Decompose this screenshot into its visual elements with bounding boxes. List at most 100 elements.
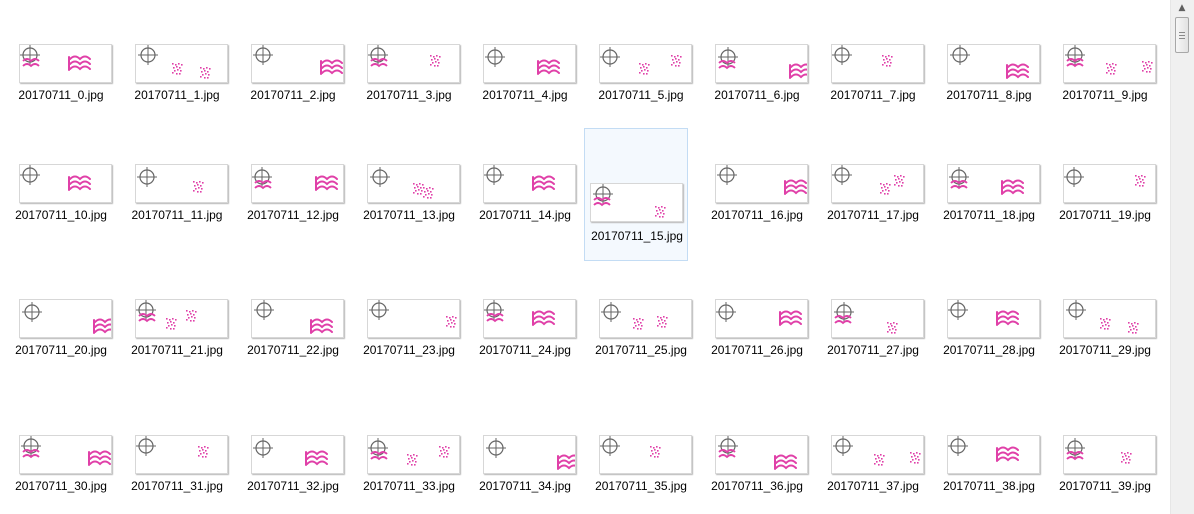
file-thumbnail[interactable]	[715, 164, 808, 203]
file-item[interactable]: 20170711_33.jpg	[356, 434, 460, 514]
file-item[interactable]: 20170711_11.jpg	[124, 163, 228, 251]
file-item[interactable]: 20170711_10.jpg	[8, 163, 112, 251]
file-item[interactable]: 20170711_17.jpg	[820, 163, 924, 251]
file-item[interactable]: 20170711_12.jpg	[240, 163, 344, 251]
file-item[interactable]: 20170711_35.jpg	[588, 434, 692, 514]
file-item[interactable]: 20170711_39.jpg	[1052, 434, 1156, 514]
file-item[interactable]: 20170711_7.jpg	[820, 43, 924, 131]
file-item[interactable]: 20170711_20.jpg	[8, 298, 112, 386]
file-thumbnail[interactable]	[715, 44, 808, 83]
captcha-glyph-large	[532, 175, 555, 191]
crosshair-icon	[253, 438, 273, 458]
file-item[interactable]: 20170711_13.jpg	[356, 163, 460, 251]
file-thumbnail[interactable]	[19, 435, 112, 474]
file-item[interactable]: 20170711_2.jpg	[240, 43, 344, 131]
file-item[interactable]: 20170711_27.jpg	[820, 298, 924, 386]
file-item[interactable]: 20170711_31.jpg	[124, 434, 228, 514]
file-thumbnail[interactable]	[135, 435, 228, 474]
crosshair-icon	[20, 165, 40, 185]
file-thumbnail[interactable]	[19, 44, 112, 83]
file-thumbnail[interactable]	[367, 299, 460, 338]
file-thumbnail[interactable]	[251, 164, 344, 203]
file-name-label: 20170711_12.jpg	[247, 208, 339, 222]
file-thumbnail[interactable]	[947, 44, 1040, 83]
file-item[interactable]: 20170711_22.jpg	[240, 298, 344, 386]
captcha-glyph-large	[315, 175, 338, 191]
file-name-label: 20170711_27.jpg	[827, 343, 919, 357]
file-thumbnail[interactable]	[19, 299, 112, 338]
file-thumbnail[interactable]	[135, 299, 228, 338]
file-name-label: 20170711_28.jpg	[943, 343, 1035, 357]
file-item[interactable]: 20170711_16.jpg	[704, 163, 808, 251]
file-thumbnail[interactable]	[1063, 435, 1156, 474]
file-item[interactable]: 20170711_32.jpg	[240, 434, 344, 514]
file-thumbnail[interactable]	[599, 299, 692, 338]
crosshair-icon	[368, 45, 388, 65]
file-thumbnail[interactable]	[947, 299, 1040, 338]
file-item[interactable]: 20170711_15.jpg	[584, 128, 688, 261]
file-thumbnail[interactable]	[715, 299, 808, 338]
file-thumbnail[interactable]	[483, 435, 576, 474]
captcha-glyph-small	[671, 55, 682, 67]
file-item[interactable]: 20170711_25.jpg	[588, 298, 692, 386]
file-name-label: 20170711_20.jpg	[15, 343, 107, 357]
file-thumbnail[interactable]	[831, 44, 924, 83]
file-item[interactable]: 20170711_18.jpg	[936, 163, 1040, 251]
file-item[interactable]: 20170711_19.jpg	[1052, 163, 1156, 251]
captcha-glyph-small	[423, 187, 434, 199]
file-thumbnail[interactable]	[831, 435, 924, 474]
file-item[interactable]: 20170711_23.jpg	[356, 298, 460, 386]
file-thumbnail[interactable]	[831, 164, 924, 203]
file-thumbnail[interactable]	[19, 164, 112, 203]
file-item[interactable]: 20170711_21.jpg	[124, 298, 228, 386]
file-item[interactable]: 20170711_5.jpg	[588, 43, 692, 131]
file-item[interactable]: 20170711_37.jpg	[820, 434, 924, 514]
file-thumbnail[interactable]	[1063, 164, 1156, 203]
file-thumbnail[interactable]	[483, 299, 576, 338]
file-item[interactable]: 20170711_24.jpg	[472, 298, 576, 386]
file-item[interactable]: 20170711_4.jpg	[472, 43, 576, 131]
file-item[interactable]: 20170711_14.jpg	[472, 163, 576, 251]
file-thumbnail[interactable]	[947, 164, 1040, 203]
captcha-glyph-small	[172, 63, 183, 75]
file-thumbnail[interactable]	[483, 164, 576, 203]
file-name-label: 20170711_10.jpg	[15, 208, 107, 222]
file-item[interactable]: 20170711_9.jpg	[1052, 43, 1156, 131]
captcha-glyph-small	[633, 318, 644, 330]
file-thumbnail[interactable]	[367, 164, 460, 203]
file-thumbnail[interactable]	[483, 44, 576, 83]
file-thumbnail[interactable]	[135, 44, 228, 83]
file-item[interactable]: 20170711_38.jpg	[936, 434, 1040, 514]
file-thumbnail[interactable]	[135, 164, 228, 203]
file-item[interactable]: 20170711_28.jpg	[936, 298, 1040, 386]
file-thumbnail[interactable]	[1063, 299, 1156, 338]
file-item[interactable]: 20170711_26.jpg	[704, 298, 808, 386]
file-thumbnail[interactable]	[251, 299, 344, 338]
file-item[interactable]: 20170711_6.jpg	[704, 43, 808, 131]
file-thumbnail[interactable]	[831, 299, 924, 338]
scroll-thumb[interactable]	[1175, 17, 1189, 53]
file-thumbnail[interactable]	[715, 435, 808, 474]
file-name-label: 20170711_36.jpg	[711, 479, 803, 493]
scroll-up-arrow-icon[interactable]: ▲	[1176, 0, 1188, 16]
file-item[interactable]: 20170711_8.jpg	[936, 43, 1040, 131]
vertical-scrollbar[interactable]: ▲	[1170, 0, 1194, 514]
file-item[interactable]: 20170711_29.jpg	[1052, 298, 1156, 386]
file-thumbnail[interactable]	[599, 435, 692, 474]
file-thumbnail[interactable]	[599, 44, 692, 83]
file-thumbnail[interactable]	[251, 435, 344, 474]
file-thumbnail[interactable]	[590, 183, 683, 222]
file-thumbnail[interactable]	[947, 435, 1040, 474]
file-thumbnail[interactable]	[1063, 44, 1156, 83]
file-item[interactable]: 20170711_36.jpg	[704, 434, 808, 514]
file-thumbnail[interactable]	[251, 44, 344, 83]
captcha-glyph-large	[68, 55, 91, 71]
file-item[interactable]: 20170711_0.jpg	[8, 43, 112, 131]
file-item[interactable]: 20170711_1.jpg	[124, 43, 228, 131]
file-thumbnail[interactable]	[367, 44, 460, 83]
file-item[interactable]: 20170711_34.jpg	[472, 434, 576, 514]
file-item[interactable]: 20170711_30.jpg	[8, 434, 112, 514]
file-item[interactable]: 20170711_3.jpg	[356, 43, 460, 131]
file-thumbnail[interactable]	[367, 435, 460, 474]
scroll-grip-line	[1179, 32, 1185, 33]
